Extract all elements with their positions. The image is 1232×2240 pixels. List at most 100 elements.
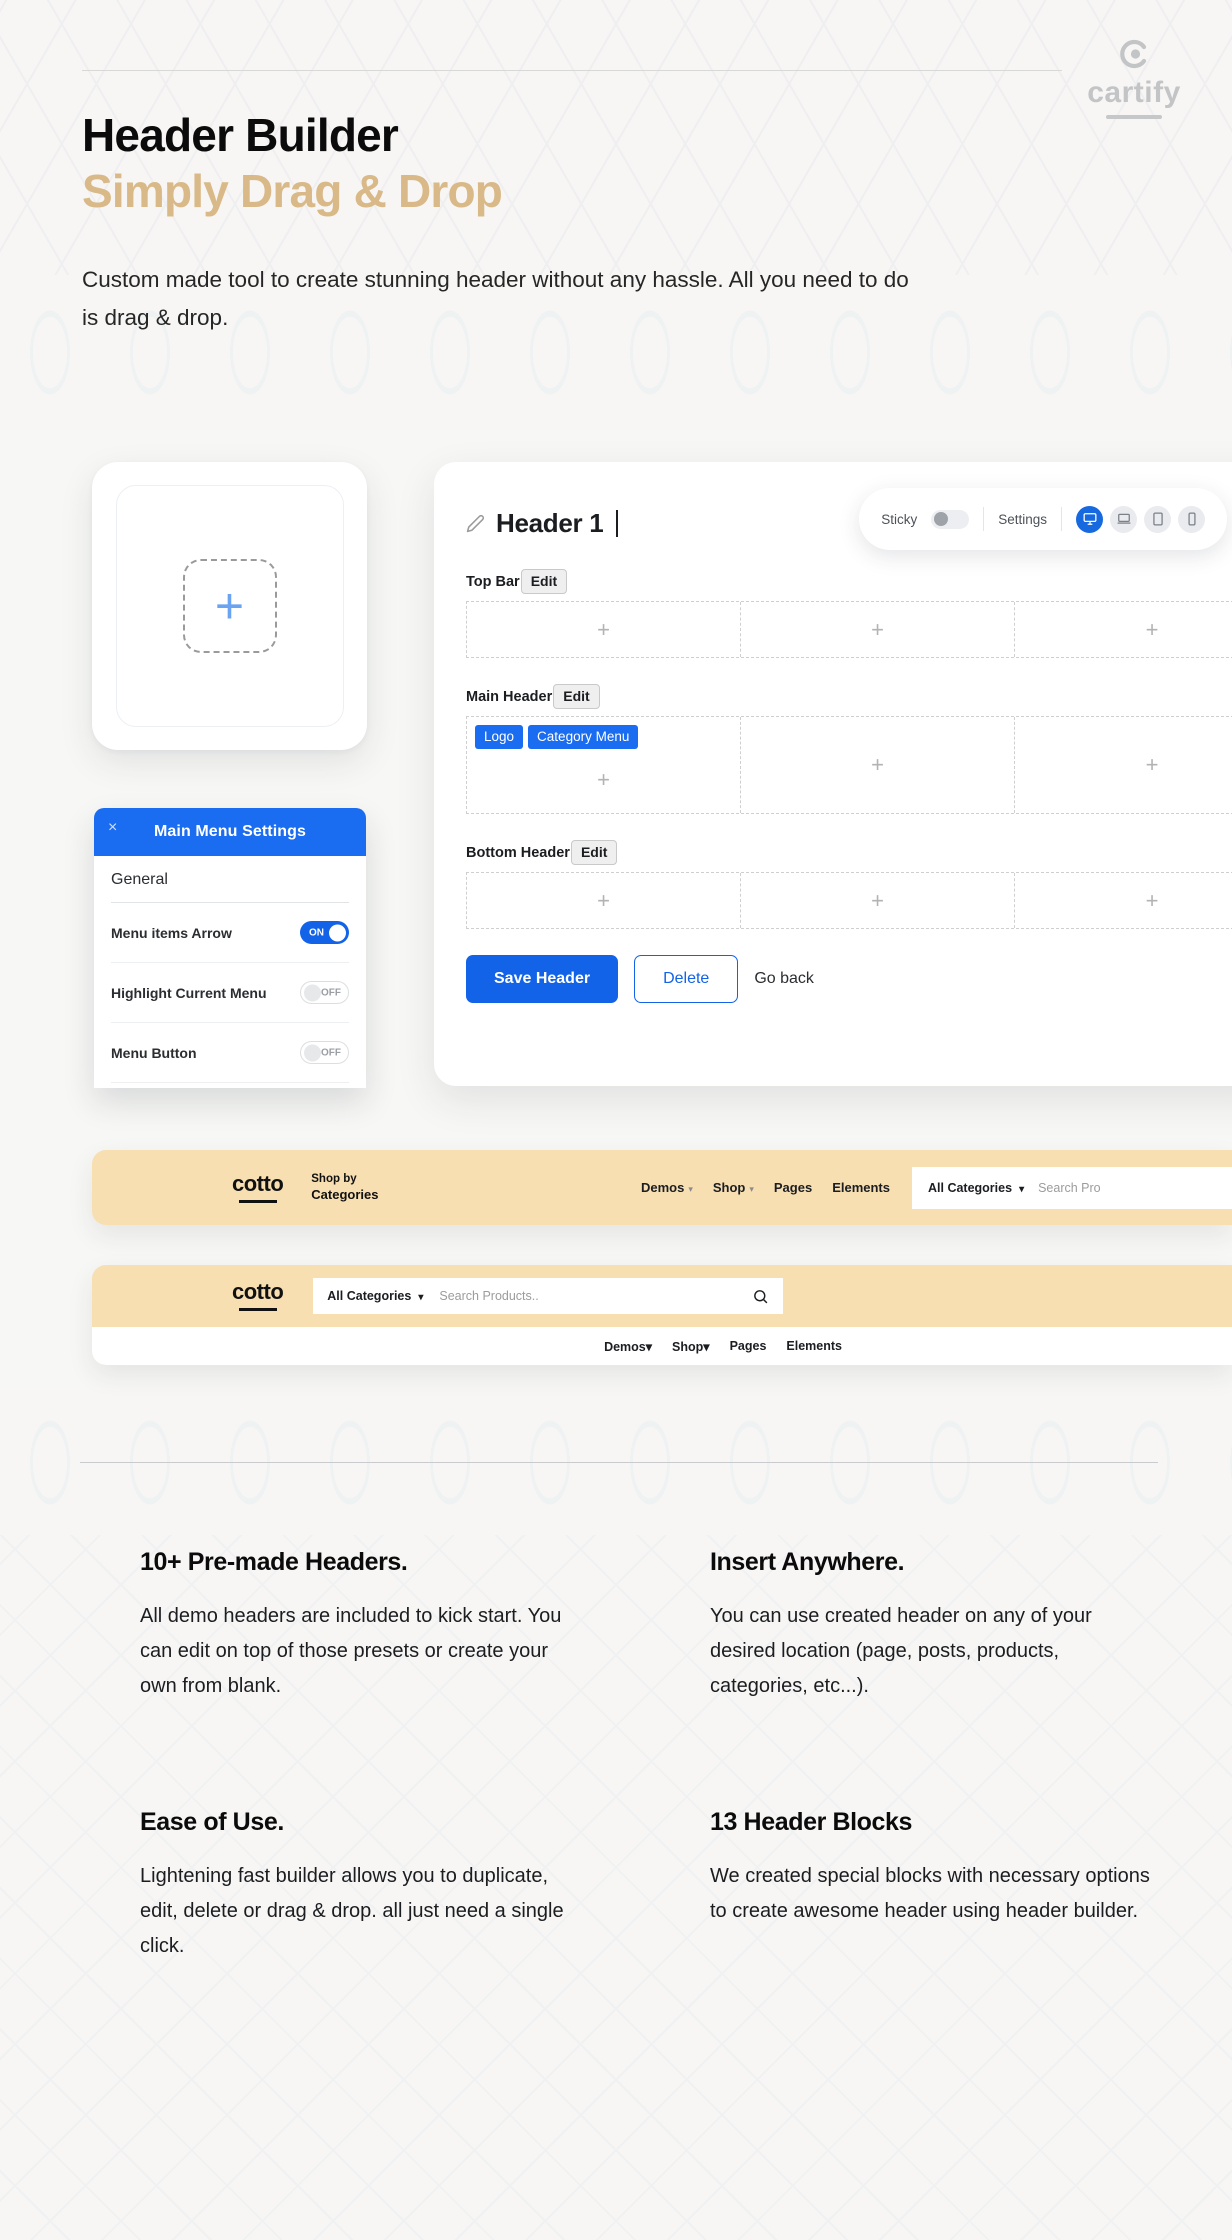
row-header-top-bar: Top Bar Edit: [466, 569, 1232, 595]
category-select[interactable]: All Categories ▾: [327, 1289, 423, 1303]
feature-title: 10+ Pre-made Headers.: [140, 1548, 408, 1576]
device-tablet-button[interactable]: [1144, 505, 1171, 533]
feature-item: Ease of Use. Lightening fast builder all…: [140, 1808, 590, 1964]
add-card-inner: +: [115, 485, 344, 727]
edit-main-header-button[interactable]: Edit: [553, 684, 600, 710]
cotto-logo-wrap[interactable]: cotto: [232, 1170, 284, 1203]
drop-cell[interactable]: +: [741, 602, 1015, 658]
row-grid-top-bar: + + +: [466, 601, 1232, 659]
shop-by-small-text: Shop by: [311, 1172, 357, 1185]
setting-label: Menu items Arrow: [111, 924, 232, 941]
nav-item-pages[interactable]: Pages: [730, 1339, 767, 1353]
highlight-current-menu-toggle[interactable]: OFF: [300, 981, 349, 1004]
toggle-knob: [329, 924, 346, 941]
plus-icon: +: [597, 616, 610, 642]
plus-icon: +: [214, 578, 245, 634]
preview-one-bar: cotto Shop by Categories Demos ▾ Shop ▾ Pa…: [92, 1150, 1232, 1225]
header-builder-panel: Header 1 Sticky Settings Top Bar Edit + …: [434, 462, 1232, 1086]
block-chip-logo[interactable]: Logo: [475, 725, 524, 750]
header-name-input[interactable]: Header 1: [496, 508, 604, 539]
drop-cell[interactable]: +: [467, 602, 741, 658]
cotto-logo-wrap[interactable]: cotto: [232, 1281, 284, 1311]
drop-cell[interactable]: +: [741, 873, 1015, 929]
chevron-down-icon: ▾: [688, 1184, 693, 1194]
chevron-down-icon: ▾: [703, 1339, 710, 1354]
brand-underline: [1106, 115, 1162, 119]
preview-one-nav: Demos ▾ Shop ▾ Pages Elements: [641, 1180, 890, 1195]
drop-cell[interactable]: +: [467, 873, 741, 929]
setting-row-menu-items-arrow: Menu items Arrow ON: [111, 903, 349, 963]
block-chip-category-menu[interactable]: Category Menu: [528, 725, 639, 750]
nav-label: Shop: [712, 1180, 746, 1195]
c-circle-icon: [1120, 39, 1147, 69]
nav-item-pages[interactable]: Pages: [774, 1180, 812, 1195]
cotto-logo-underline: [238, 1199, 277, 1203]
search-input[interactable]: Search Products..: [439, 1289, 538, 1303]
row-label: Top Bar: [466, 573, 520, 590]
delete-button[interactable]: Delete: [634, 955, 739, 1004]
shop-by-categories[interactable]: Shop by Categories: [311, 1172, 378, 1203]
brand-name: cartify: [1087, 76, 1181, 109]
row-grid-main-header: Logo Category Menu + + +: [466, 716, 1232, 815]
nav-item-demos[interactable]: Demos▾: [641, 1180, 693, 1195]
feature-body: We created special blocks with necessary…: [710, 1865, 1150, 1922]
header-preview-two: cotto All Categories ▾ Search Products.. …: [92, 1265, 1232, 1365]
settings-section-general: General: [111, 856, 349, 903]
plus-icon: +: [871, 752, 884, 778]
add-new-header-card[interactable]: +: [92, 462, 367, 750]
setting-row-highlight-current-menu: Highlight Current Menu OFF: [111, 963, 349, 1023]
add-dashed-box[interactable]: +: [182, 559, 277, 653]
laptop-icon: [1117, 513, 1130, 524]
toggle-state-text: ON: [309, 927, 324, 938]
feature-title: 13 Header Blocks: [710, 1808, 913, 1836]
close-icon[interactable]: ×: [108, 820, 117, 836]
pencil-icon[interactable]: [466, 514, 485, 533]
drop-cell[interactable]: +: [1015, 873, 1232, 928]
edit-bottom-header-button[interactable]: Edit: [570, 840, 618, 866]
device-laptop-button[interactable]: [1110, 505, 1137, 533]
nav-item-demos[interactable]: Demos▾: [604, 1339, 652, 1354]
menu-button-toggle[interactable]: OFF: [300, 1041, 349, 1064]
tablet-icon: [1152, 512, 1163, 526]
plus-icon: +: [1145, 887, 1159, 913]
edit-top-bar-button[interactable]: Edit: [520, 569, 568, 595]
drop-cell[interactable]: +: [741, 717, 1015, 814]
drop-cell[interactable]: Logo Category Menu +: [467, 717, 741, 814]
save-header-button[interactable]: Save Header: [466, 955, 619, 1004]
nav-item-shop[interactable]: Shop▾: [713, 1180, 754, 1195]
header-preview-one: cotto Shop by Categories Demos ▾ Shop ▾ Pa…: [92, 1150, 1232, 1225]
device-mobile-button[interactable]: [1178, 505, 1205, 533]
toggle-state-text: OFF: [321, 1047, 341, 1058]
drop-cell[interactable]: +: [1015, 602, 1232, 657]
nav-item-elements[interactable]: Elements: [832, 1180, 890, 1195]
sticky-toggle[interactable]: [931, 509, 970, 529]
text-caret: [616, 510, 619, 537]
mobile-icon: [1187, 512, 1196, 526]
plus-icon: +: [871, 887, 884, 913]
chevron-down-icon: ▾: [749, 1184, 754, 1194]
menu-items-arrow-toggle[interactable]: ON: [300, 921, 349, 944]
feature-body: Lightening fast builder allows you to du…: [140, 1865, 564, 1957]
nav-item-elements[interactable]: Elements: [786, 1339, 842, 1353]
drop-cell[interactable]: +: [1015, 717, 1232, 813]
hero-description: Custom made tool to create stunning head…: [82, 266, 909, 331]
go-back-link[interactable]: Go back: [754, 970, 814, 988]
shop-by-big-text: Categories: [311, 1186, 379, 1202]
hero-section: Header Builder Simply Drag & Drop Custom…: [82, 108, 982, 338]
preview-one-search-bar: All Categories ▾ Search Pro: [912, 1166, 1232, 1209]
category-select[interactable]: All Categories ▾: [928, 1181, 1024, 1195]
plus-icon: +: [597, 767, 610, 793]
nav-item-shop[interactable]: Shop▾: [672, 1339, 710, 1354]
cotto-logo: cotto: [232, 1170, 284, 1196]
search-icon[interactable]: [752, 1288, 769, 1305]
row-label: Bottom Header: [466, 844, 570, 861]
chevron-down-icon: ▾: [645, 1339, 653, 1354]
row-header-bottom-header: Bottom Header Edit: [466, 840, 1232, 866]
feature-body: All demo headers are included to kick st…: [140, 1605, 562, 1697]
plus-icon: +: [1145, 616, 1159, 642]
search-input[interactable]: Search Pro: [1038, 1181, 1101, 1195]
page-title: Header Builder: [82, 109, 399, 161]
device-desktop-button[interactable]: [1076, 505, 1103, 533]
settings-button[interactable]: Settings: [998, 512, 1047, 527]
plus-icon: +: [871, 616, 884, 642]
